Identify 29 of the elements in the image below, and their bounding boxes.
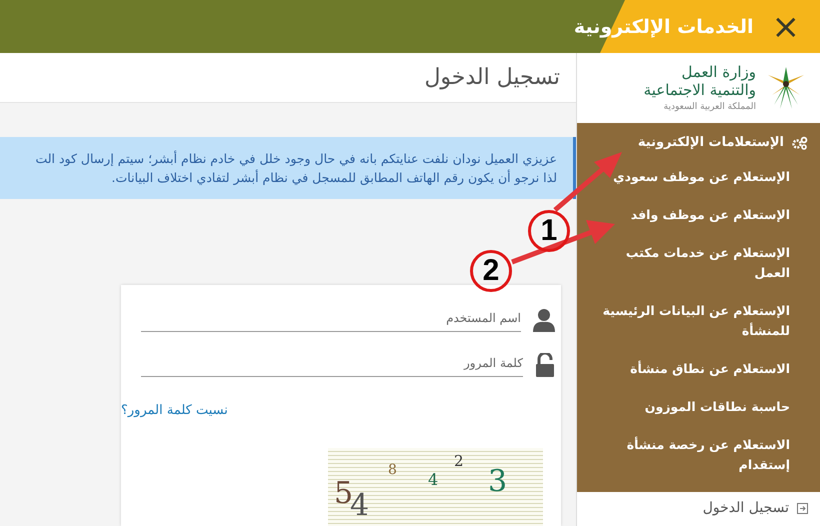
menu-item[interactable]: الإستعلام عن خدمات مكتب العمل	[577, 234, 820, 292]
login-icon	[797, 502, 808, 514]
menu-item[interactable]: الإستعلام عن البيانات الرئيسية للمنشأة	[577, 292, 820, 350]
username-field[interactable]: اسم المستخدم	[141, 305, 521, 332]
annotation-number: 1	[528, 210, 570, 252]
captcha-character: 4	[428, 470, 438, 489]
captcha-character: 2	[454, 452, 464, 470]
forgot-password-link[interactable]: نسيت كلمة المرور؟	[121, 403, 228, 418]
password-field[interactable]: كلمة المرور	[141, 350, 523, 377]
menu-item[interactable]: الاستعلام عن نطاق منشأة	[577, 350, 820, 388]
captcha-character: 4	[350, 488, 370, 523]
menu-item[interactable]: حاسبة نطاقات الموزون	[577, 388, 820, 426]
close-button[interactable]: ×	[768, 10, 804, 44]
country-name: المملكة العربية السعودية	[662, 102, 756, 113]
menu-section-title[interactable]: الإستعلامات الإلكترونية	[577, 127, 820, 158]
ministry-name: وزارة العمل	[680, 63, 756, 82]
alert-text: عزيزي العميل نودان نلفت عنايتكم بانه في حال وجود خلل في خادم نظام أبشر؛ سيتم إرسال كود الت	[34, 151, 557, 166]
captcha-character: 3	[488, 464, 508, 499]
annotation-number: 2	[470, 250, 512, 292]
menu-item[interactable]: الإستعلام عن موظف وافد	[577, 196, 820, 234]
alert-text: لذا نرجو أن يكون رقم الهاتف المطابق للمسجل في نظام أبشر لتفادي اختلاف البيانات.	[110, 170, 557, 185]
user-icon	[533, 308, 555, 332]
gears-icon	[792, 136, 808, 150]
captcha-character: 8	[388, 462, 397, 478]
menu-item[interactable]: الاستعلام عن رخصة منشأة إستقدام	[577, 426, 820, 484]
ministry-name: والتنمية الاجتماعية	[644, 81, 756, 100]
menu-item[interactable]: الإستعلام عن موظف سعودي	[577, 158, 820, 196]
page-title: تسجيل الدخول	[424, 65, 560, 90]
unlocked-padlock-icon	[535, 353, 555, 377]
